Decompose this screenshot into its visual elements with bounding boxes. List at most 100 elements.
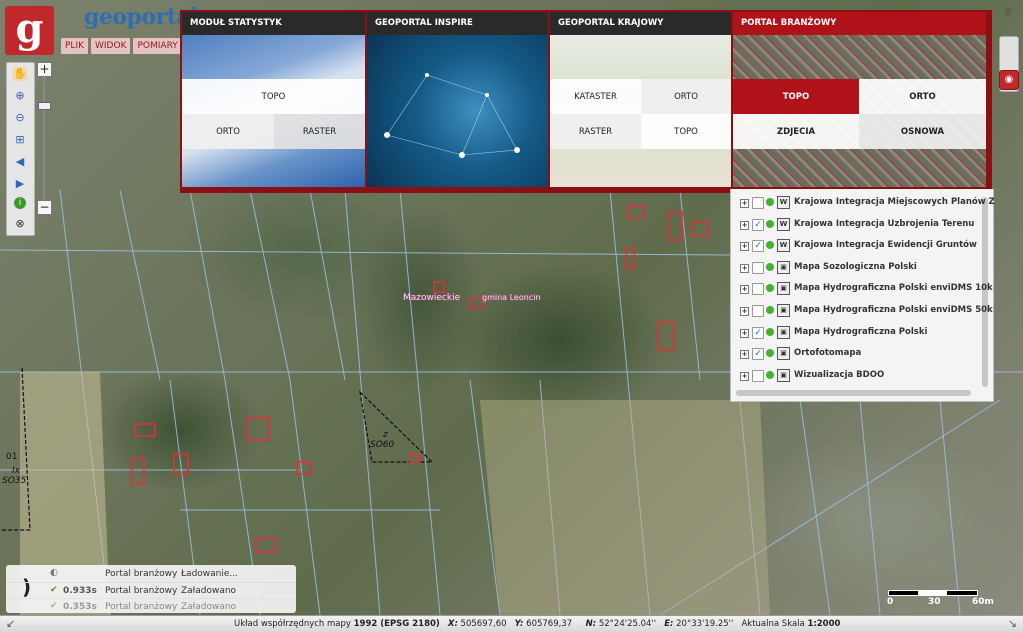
layer-checkbox[interactable]: ✓ [752,326,764,339]
layer-name: Mapa Hydrograficzna Polski enviDMS 50k [794,305,993,315]
main-menu: PLIK WIDOK POMIARY [61,38,182,54]
back-arrow-icon[interactable]: ◀ [13,155,27,169]
layer-checkbox[interactable] [752,305,764,317]
layer-row[interactable]: + ✓ ▣ Ortofotomapa [731,344,981,365]
pan-hand-icon[interactable]: ✋ [13,67,27,81]
layer-row[interactable]: + W Krajowa Integracja Miejscowych Planów … [731,193,995,214]
layer-checkbox[interactable] [752,197,764,209]
layer-row[interactable]: + ▣ Mapa Hydrograficzna Polski enviDMS 50k [731,301,993,322]
expand-icon[interactable]: + [740,285,749,295]
status-state: Załadowano [181,602,237,612]
status-state: Załadowano [181,586,237,596]
portal-krajowy[interactable]: GEOPORTAL KRAJOWY KATASTER ORTO RASTER T… [550,12,731,187]
layer-tree-hscroll[interactable] [736,390,971,396]
status-dot-icon [766,306,774,314]
portal-title: MODUŁ STATYSTYK [182,12,365,35]
menu-widok[interactable]: WIDOK [91,38,131,54]
zoom-slider-knob[interactable] [38,102,51,110]
portal-branzowy[interactable]: PORTAL BRANŻOWY TOPO ORTO ZDJECIA OSNOWA [733,12,986,187]
full-extent-icon[interactable]: ⊗ [13,217,27,231]
status-time: 0.933s [63,586,97,596]
parcel-soil-label: SO60 [370,440,395,450]
map-icon: ▣ [777,325,790,339]
status-log-row: ◐ Portal branżowy Ładowanie... [6,566,296,582]
expand-icon[interactable]: + [740,307,749,316]
expand-icon[interactable]: + [740,263,749,273]
portal-statystyk-topo[interactable]: TOPO [182,79,365,114]
status-dot-icon [766,262,774,271]
layer-checkbox[interactable]: ✓ [752,348,764,361]
check-icon: ✔ [50,601,58,611]
layer-row[interactable]: + ▣ Mapa Sozologiczna Polski [731,258,981,279]
layer-checkbox[interactable] [752,261,764,274]
expand-icon[interactable]: + [740,199,749,208]
status-portal: Portal branżowy [105,569,178,579]
portal-title: PORTAL BRANŻOWY [733,12,986,35]
wms-icon: W [777,217,790,231]
parcel-soil-label-2: SO35 [2,476,27,486]
resize-corner-icon-right[interactable]: ↘ [1008,617,1017,630]
scale-tick-0: 0 [887,597,894,607]
check-icon: ✔ [50,585,58,595]
expand-icon[interactable]: + [740,350,749,360]
menu-plik[interactable]: PLIK [61,38,88,54]
layer-checkbox[interactable]: ✓ [752,218,764,231]
portal-branzowy-zdjecia[interactable]: ZDJECIA [733,114,859,149]
status-dot-icon [766,241,774,250]
portal-switcher-panel: MODUŁ STATYSTYK TOPO ORTO RASTER GEOPORT… [180,10,992,193]
layer-row[interactable]: + ▣ Mapa Hydrograficzna Polski enviDMS 10k [731,279,993,300]
layer-row[interactable]: + ✓ ▣ Mapa Hydrograficzna Polski [731,323,981,344]
loading-icon: ◐ [50,568,58,578]
portal-branzowy-osnowa[interactable]: OSNOWA [859,114,986,149]
zoom-out-icon[interactable]: ⊖ [13,111,27,125]
zoom-in-icon[interactable]: ⊕ [13,89,27,103]
portal-inspire[interactable]: GEOPORTAL INSPIRE [367,12,548,187]
layer-row[interactable]: + ▣ Wizualizacja BDOO [731,366,981,387]
map-icon: ▣ [777,260,790,274]
layer-checkbox[interactable] [752,369,764,382]
status-dot-icon [766,198,774,206]
forward-arrow-icon[interactable]: ▶ [13,177,27,191]
map-icon: ▣ [777,304,790,317]
portal-krajowy-topo[interactable]: TOPO [641,114,731,149]
expand-icon[interactable]: + [740,220,749,230]
portal-branzowy-orto[interactable]: ORTO [859,79,986,114]
portal-title: GEOPORTAL KRAJOWY [550,12,731,35]
menu-pomiary[interactable]: POMIARY [133,38,182,54]
zoom-plus-button[interactable]: + [37,62,52,77]
info-icon[interactable]: i [14,197,26,209]
layer-name: Krajowa Integracja Uzbrojenia Terenu [794,218,975,229]
scale-tick-60: 60m [972,597,994,607]
zoom-slider[interactable]: + − [37,62,52,215]
layer-name: Krajowa Integracja Ewidencji Gruntów [794,240,977,251]
layer-row[interactable]: + ✓ W Krajowa Integracja Uzbrojenia Terenu [731,215,981,236]
coordinates-readout: Układ współrzędnych mapy 1992 (EPSG 2180… [234,619,841,629]
wms-icon: W [777,196,790,209]
portal-krajowy-orto[interactable]: ORTO [641,79,731,114]
portal-branzowy-topo[interactable]: TOPO [733,79,859,114]
layer-row[interactable]: + ✓ W Krajowa Integracja Ewidencji Gruntów [731,236,981,257]
app-logo[interactable]: g [5,6,54,55]
eye-visibility-icon[interactable]: ◉ [999,70,1019,90]
portal-statystyk-orto[interactable]: ORTO [182,114,274,149]
layer-name: Mapa Sozologiczna Polski [794,261,917,272]
portal-krajowy-raster[interactable]: RASTER [550,114,641,149]
layer-checkbox[interactable] [752,283,764,296]
status-time: 0.353s [63,602,97,612]
status-state: Ładowanie... [181,569,238,579]
portal-statystyk[interactable]: MODUŁ STATYSTYK TOPO ORTO RASTER [182,12,365,187]
portal-krajowy-kataster[interactable]: KATASTER [550,79,641,114]
settings-gear-icon[interactable]: ⚙ [999,4,1017,22]
parcel-class-label-2: Ix [12,466,20,476]
status-dot-icon [766,327,774,336]
portal-statystyk-raster[interactable]: RASTER [274,114,365,149]
zoom-extent-icon[interactable]: ⊞ [13,133,27,147]
expand-icon[interactable]: + [740,242,749,252]
status-log-row: ✔ 0.933s Portal branżowy Załadowano [6,582,296,599]
expand-icon[interactable]: + [740,371,749,381]
resize-corner-icon[interactable]: ↙ [6,617,15,630]
status-bar: ↙ Układ współrzędnych mapy 1992 (EPSG 21… [0,615,1023,632]
expand-icon[interactable]: + [740,328,749,338]
zoom-minus-button[interactable]: − [37,200,52,215]
layer-checkbox[interactable]: ✓ [752,240,764,253]
